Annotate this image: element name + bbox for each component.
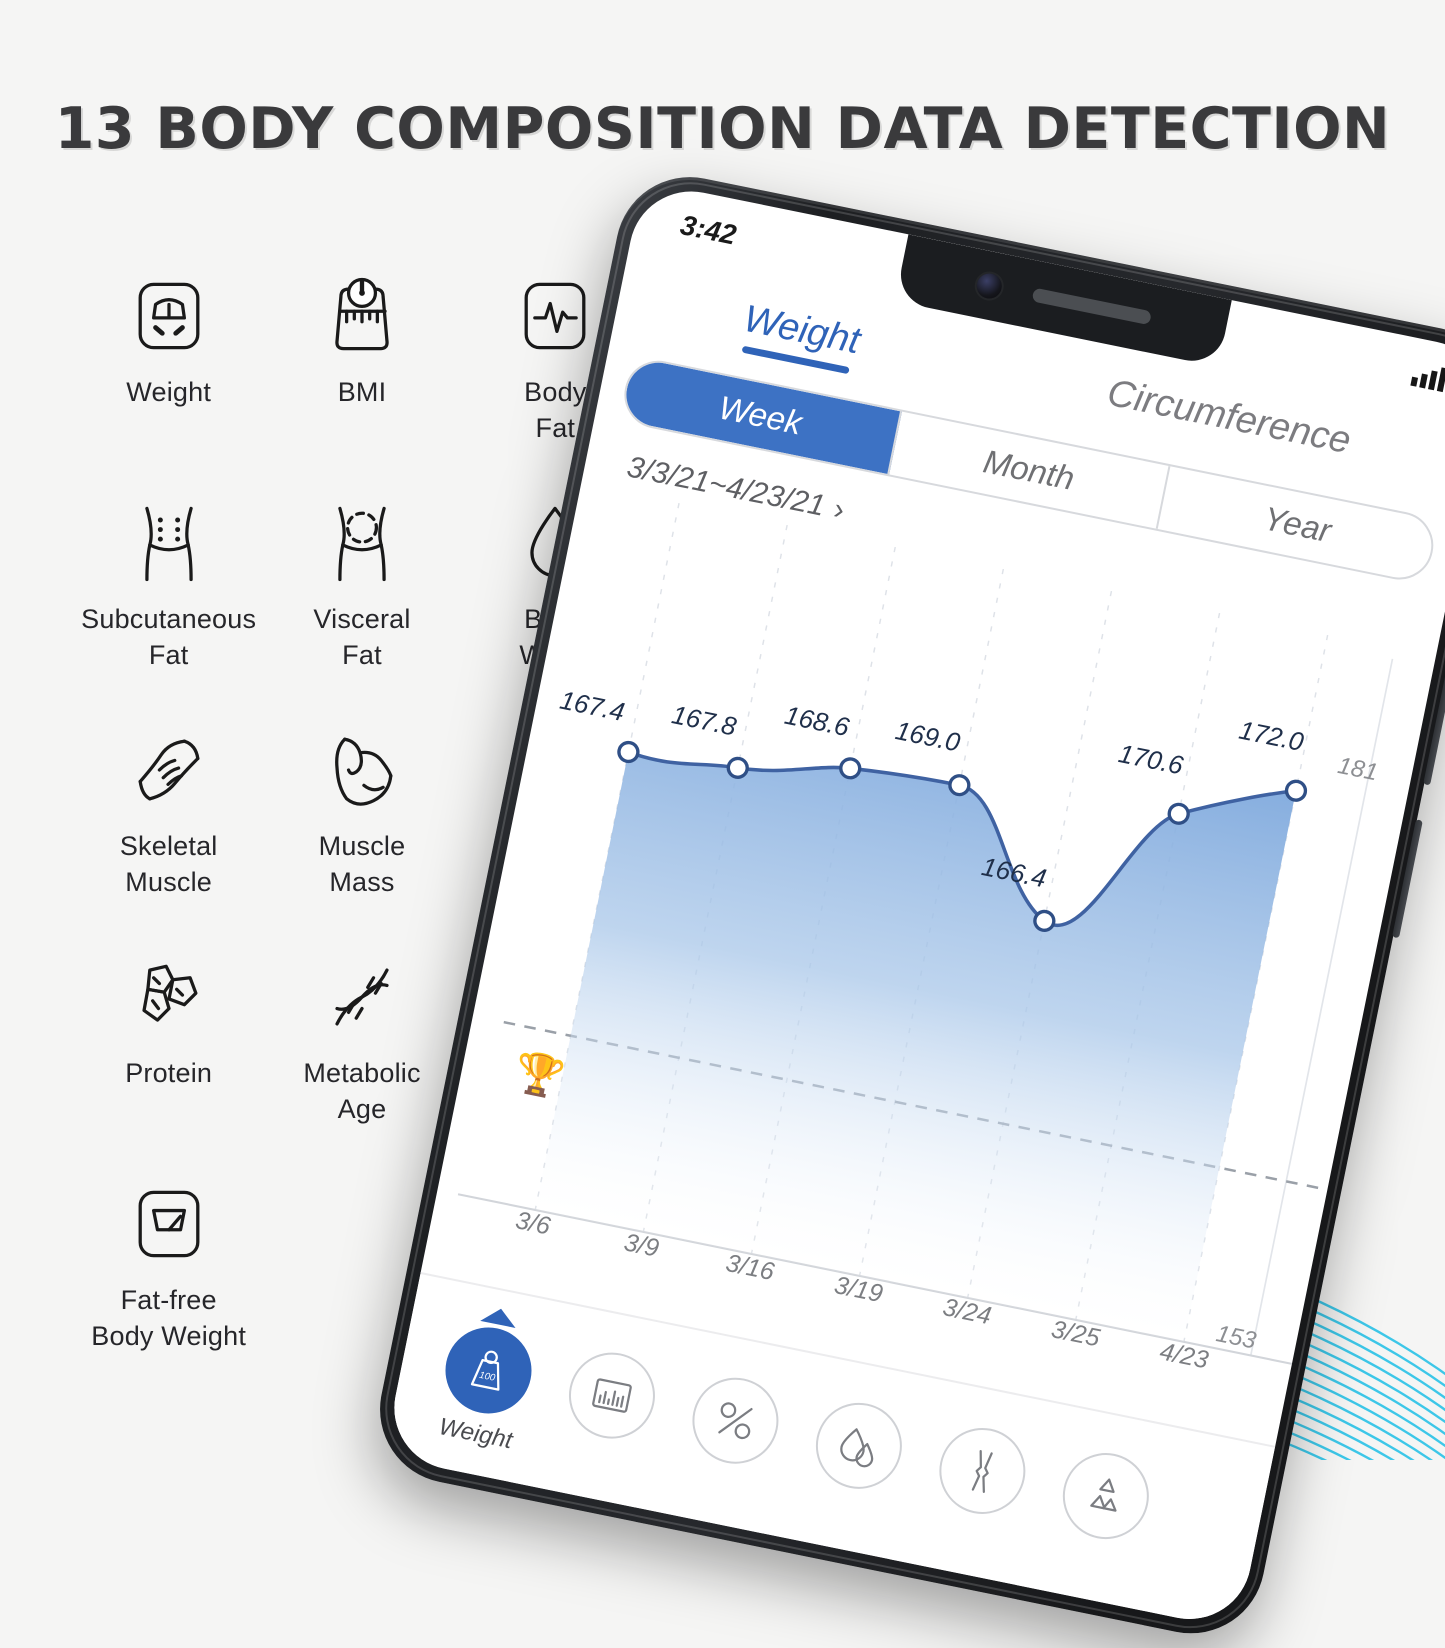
x-tick: 3/6 xyxy=(513,1206,553,1241)
signal-bars-icon xyxy=(1410,362,1445,393)
feature-label: Subcutaneous Fat xyxy=(81,603,257,671)
feature-label: Fat-free Body Weight xyxy=(91,1284,247,1351)
feature-muscle-mass: Muscle Mass xyxy=(265,722,458,901)
nav-item-body-water[interactable] xyxy=(798,1374,923,1506)
recycle-metabolism-icon xyxy=(1055,1445,1157,1547)
feature-label: Muscle Mass xyxy=(318,830,406,898)
nav-item-bmi[interactable] xyxy=(551,1323,676,1455)
flexed-arm-icon xyxy=(314,722,410,818)
feature-fat-free-body-weight: Fat-free Body Weight xyxy=(72,1176,265,1355)
active-indicator-caret-icon xyxy=(480,1305,519,1328)
nav-item-body-fat[interactable] xyxy=(674,1349,799,1481)
feature-label: Metabolic Age xyxy=(303,1057,421,1125)
bar-chart-icon xyxy=(561,1344,663,1447)
waist-dots-icon xyxy=(121,495,217,591)
scale-icon xyxy=(121,268,217,364)
bmi-scale-icon xyxy=(314,268,410,364)
feature-subcutaneous-fat: Subcutaneous Fat xyxy=(72,495,265,674)
bone-joint-icon xyxy=(931,1420,1034,1522)
percent-icon xyxy=(684,1369,787,1472)
feature-visceral-fat: Visceral Fat xyxy=(265,495,458,674)
skeletal-muscle-icon xyxy=(121,722,217,818)
page-title: 13 BODY COMPOSITION DATA DETECTION xyxy=(54,96,1391,162)
weight-kettlebell-icon: 100 xyxy=(437,1319,540,1422)
feature-skeletal-muscle: Skeletal Muscle xyxy=(72,722,265,901)
feature-label: Visceral Fat xyxy=(313,603,411,671)
feature-label: Protein xyxy=(125,1057,213,1088)
trophy-icon: 🏆 xyxy=(510,1049,568,1103)
nav-item-metabolism[interactable] xyxy=(1045,1424,1170,1556)
nav-item-bone-mass[interactable] xyxy=(921,1399,1046,1531)
chevron-right-icon: › xyxy=(831,492,848,527)
water-drop-icon xyxy=(808,1395,910,1497)
feature-label: Skeletal Muscle xyxy=(119,830,218,898)
nav-item-weight[interactable]: 100 Weight xyxy=(422,1298,552,1458)
status-time: 3:42 xyxy=(677,209,739,251)
feature-bmi: BMI xyxy=(265,268,458,447)
dna-icon xyxy=(314,949,410,1045)
svg-text:100: 100 xyxy=(478,1370,496,1384)
heartbeat-icon xyxy=(507,268,603,364)
waist-circle-icon xyxy=(314,495,410,591)
feature-label: BMI xyxy=(337,377,387,407)
feature-weight: Weight xyxy=(72,268,265,447)
status-icons xyxy=(1410,362,1445,393)
tab-weight[interactable]: Weight xyxy=(737,298,864,375)
feature-protein: Protein xyxy=(72,949,265,1128)
x-tick: 3/9 xyxy=(621,1228,662,1263)
scale-dial-icon xyxy=(121,1176,217,1272)
molecule-icon xyxy=(121,949,217,1045)
feature-metabolic-age: Metabolic Age xyxy=(265,949,458,1128)
feature-label: Weight xyxy=(126,377,212,407)
nav-label: Weight xyxy=(436,1413,515,1455)
weight-chart[interactable]: 167.4 167.8 168.6 169.0 166.4 170.6 172.… xyxy=(421,483,1436,1446)
